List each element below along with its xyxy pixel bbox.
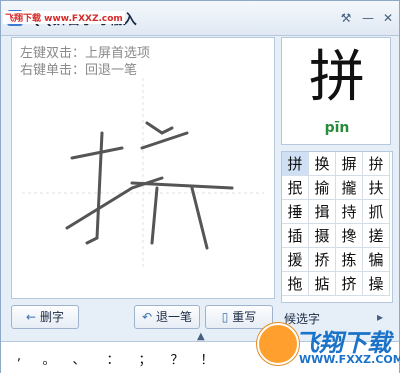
site-logo: 飞翔下载 WWW.FXXZ.COM [251,319,400,371]
punctuation-key[interactable]: ！ [197,349,217,368]
handwriting-canvas[interactable]: 左键双击：上屏首选项 右键单击：回退一笔 [11,37,275,299]
minimize-button[interactable]: — [359,9,377,27]
candidate-cell[interactable]: 揄 [309,176,336,200]
undo-label: 退一笔 [156,310,193,324]
settings-icon[interactable]: ⚒ [337,9,355,27]
candidate-cell[interactable]: 拖 [282,272,309,296]
candidate-cell[interactable]: 捶 [282,200,309,224]
logo-url: WWW.FXXZ.COM [299,353,400,366]
handwriting-window: QQ拼音手写输入 飞翔下载 www.FXXZ.com ⚒ — ✕ 左键双击：上屏… [0,0,400,373]
candidate-cell[interactable]: 换 [309,152,336,176]
punctuation-key[interactable]: ？ [167,349,187,368]
arrow-left-icon: ← [25,310,37,324]
delete-char-button[interactable]: ← 删字 [11,305,79,329]
candidate-cell[interactable]: 挢 [309,248,336,272]
undo-stroke-button[interactable]: ↶ 退一笔 [134,305,200,329]
preview-pinyin: pīn [324,120,350,136]
punctuation-key[interactable]: , [9,349,29,364]
candidate-cell[interactable]: 抿 [282,176,309,200]
undo-icon: ↶ [141,310,153,324]
candidate-cell[interactable]: 操 [363,272,390,296]
candidate-cell[interactable]: 揖 [309,200,336,224]
delete-label: 删字 [40,310,65,324]
candidate-grid: 拼 换 摒 拚 抿 揄 攏 扶 捶 揖 持 抓 插 摄 搀 搓 援 挢 拣 犏 … [281,151,393,303]
candidate-cell[interactable]: 搀 [336,224,363,248]
title-bar[interactable]: QQ拼音手写输入 飞翔下载 www.FXXZ.com ⚒ — ✕ [1,1,399,36]
candidate-cell[interactable]: 摄 [309,224,336,248]
candidate-cell[interactable]: 犏 [363,248,390,272]
candidate-cell[interactable]: 援 [282,248,309,272]
eraser-icon: ▯ [221,310,229,324]
candidate-cell[interactable]: 掂 [309,272,336,296]
logo-icon [257,323,299,365]
candidate-cell[interactable]: 拚 [363,152,390,176]
candidate-cell[interactable]: 持 [336,200,363,224]
candidate-cell[interactable]: 拣 [336,248,363,272]
candidate-cell[interactable]: 挤 [336,272,363,296]
close-icon[interactable]: ✕ [379,9,397,27]
punctuation-key[interactable]: 。 [39,349,59,368]
preview-panel: 拼 pīn [281,37,391,145]
candidate-cell[interactable]: 搓 [363,224,390,248]
candidate-cell[interactable]: 攏 [336,176,363,200]
site-watermark: 飞翔下载 www.FXXZ.com [3,11,125,24]
punctuation-key[interactable]: ； [135,349,155,368]
candidate-cell[interactable]: 拼 [282,152,309,176]
preview-character: 拼 [309,45,365,110]
candidate-cell[interactable]: 扶 [363,176,390,200]
candidate-cell[interactable]: 抓 [363,200,390,224]
punctuation-key[interactable]: 、 [69,349,89,368]
candidate-cell[interactable]: 插 [282,224,309,248]
candidate-cell[interactable]: 摒 [336,152,363,176]
punctuation-key[interactable]: ： [103,349,123,368]
ink-strokes [22,78,264,268]
